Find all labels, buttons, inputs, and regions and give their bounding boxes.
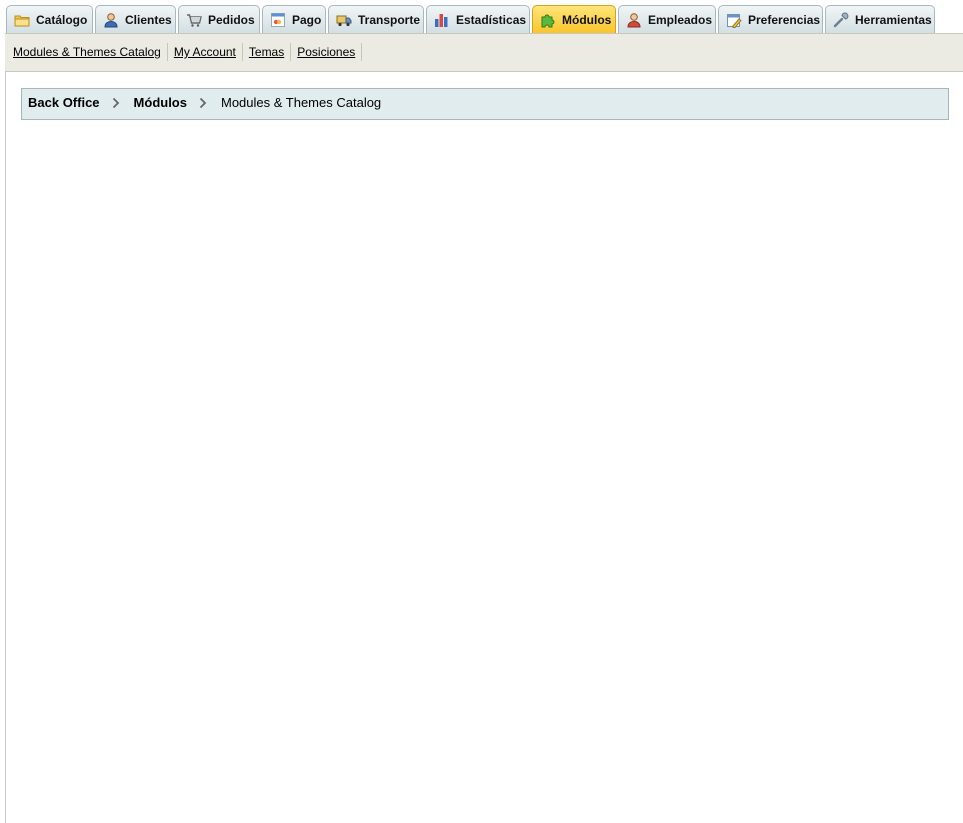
tab-empleados[interactable]: Empleados [618, 5, 716, 33]
tab-preferencias[interactable]: Preferencias [718, 5, 823, 33]
tab-label: Transporte [358, 12, 421, 27]
tab-pago[interactable]: Pago [262, 5, 326, 33]
chevron-right-icon [199, 97, 207, 109]
tab-label: Pedidos [208, 12, 255, 27]
tab-label: Clientes [125, 12, 172, 27]
tab-pedidos[interactable]: Pedidos [178, 5, 260, 33]
main-tab-bar: Catálogo Clientes Pedidos Pago Transport… [0, 0, 963, 34]
tab-label: Módulos [562, 12, 612, 27]
truck-icon [336, 12, 352, 28]
tab-label: Empleados [648, 12, 713, 27]
subnav-my-account[interactable]: My Account [168, 43, 243, 61]
chevron-right-icon [112, 97, 120, 109]
tab-label: Preferencias [748, 12, 821, 27]
tab-label: Herramientas [855, 12, 932, 27]
tab-transporte[interactable]: Transporte [328, 5, 424, 33]
subnav-modules-themes-catalog[interactable]: Modules & Themes Catalog [13, 43, 168, 61]
breadcrumb-root-link[interactable]: Back Office [28, 95, 100, 110]
wrench-icon [833, 12, 849, 28]
payment-icon [270, 12, 286, 28]
tab-herramientas[interactable]: Herramientas [825, 5, 935, 33]
puzzle-icon [540, 12, 556, 28]
breadcrumb-section-link[interactable]: Módulos [134, 95, 187, 110]
tab-modulos[interactable]: Módulos [532, 5, 616, 33]
employee-icon [626, 12, 642, 28]
preferences-icon [726, 12, 742, 28]
tab-label: Pago [292, 12, 322, 27]
cart-icon [186, 12, 202, 28]
tab-catalogo[interactable]: Catálogo [6, 5, 93, 33]
tab-label: Catálogo [36, 12, 88, 27]
breadcrumb-current: Modules & Themes Catalog [220, 95, 382, 110]
page-left-rule [5, 34, 6, 823]
subnav-temas[interactable]: Temas [243, 43, 292, 61]
tab-clientes[interactable]: Clientes [95, 5, 176, 33]
folder-icon [14, 12, 30, 28]
subnav-posiciones[interactable]: Posiciones [291, 43, 363, 61]
customer-icon [103, 12, 119, 28]
sub-navigation: Modules & Themes Catalog My Account Temas P… [5, 33, 963, 72]
tab-label: Estadísticas [456, 12, 527, 27]
tab-estadisticas[interactable]: Estadísticas [426, 5, 530, 33]
breadcrumb: Back Office Módulos Modules & Themes Cat… [21, 88, 949, 120]
bar-chart-icon [434, 12, 450, 28]
